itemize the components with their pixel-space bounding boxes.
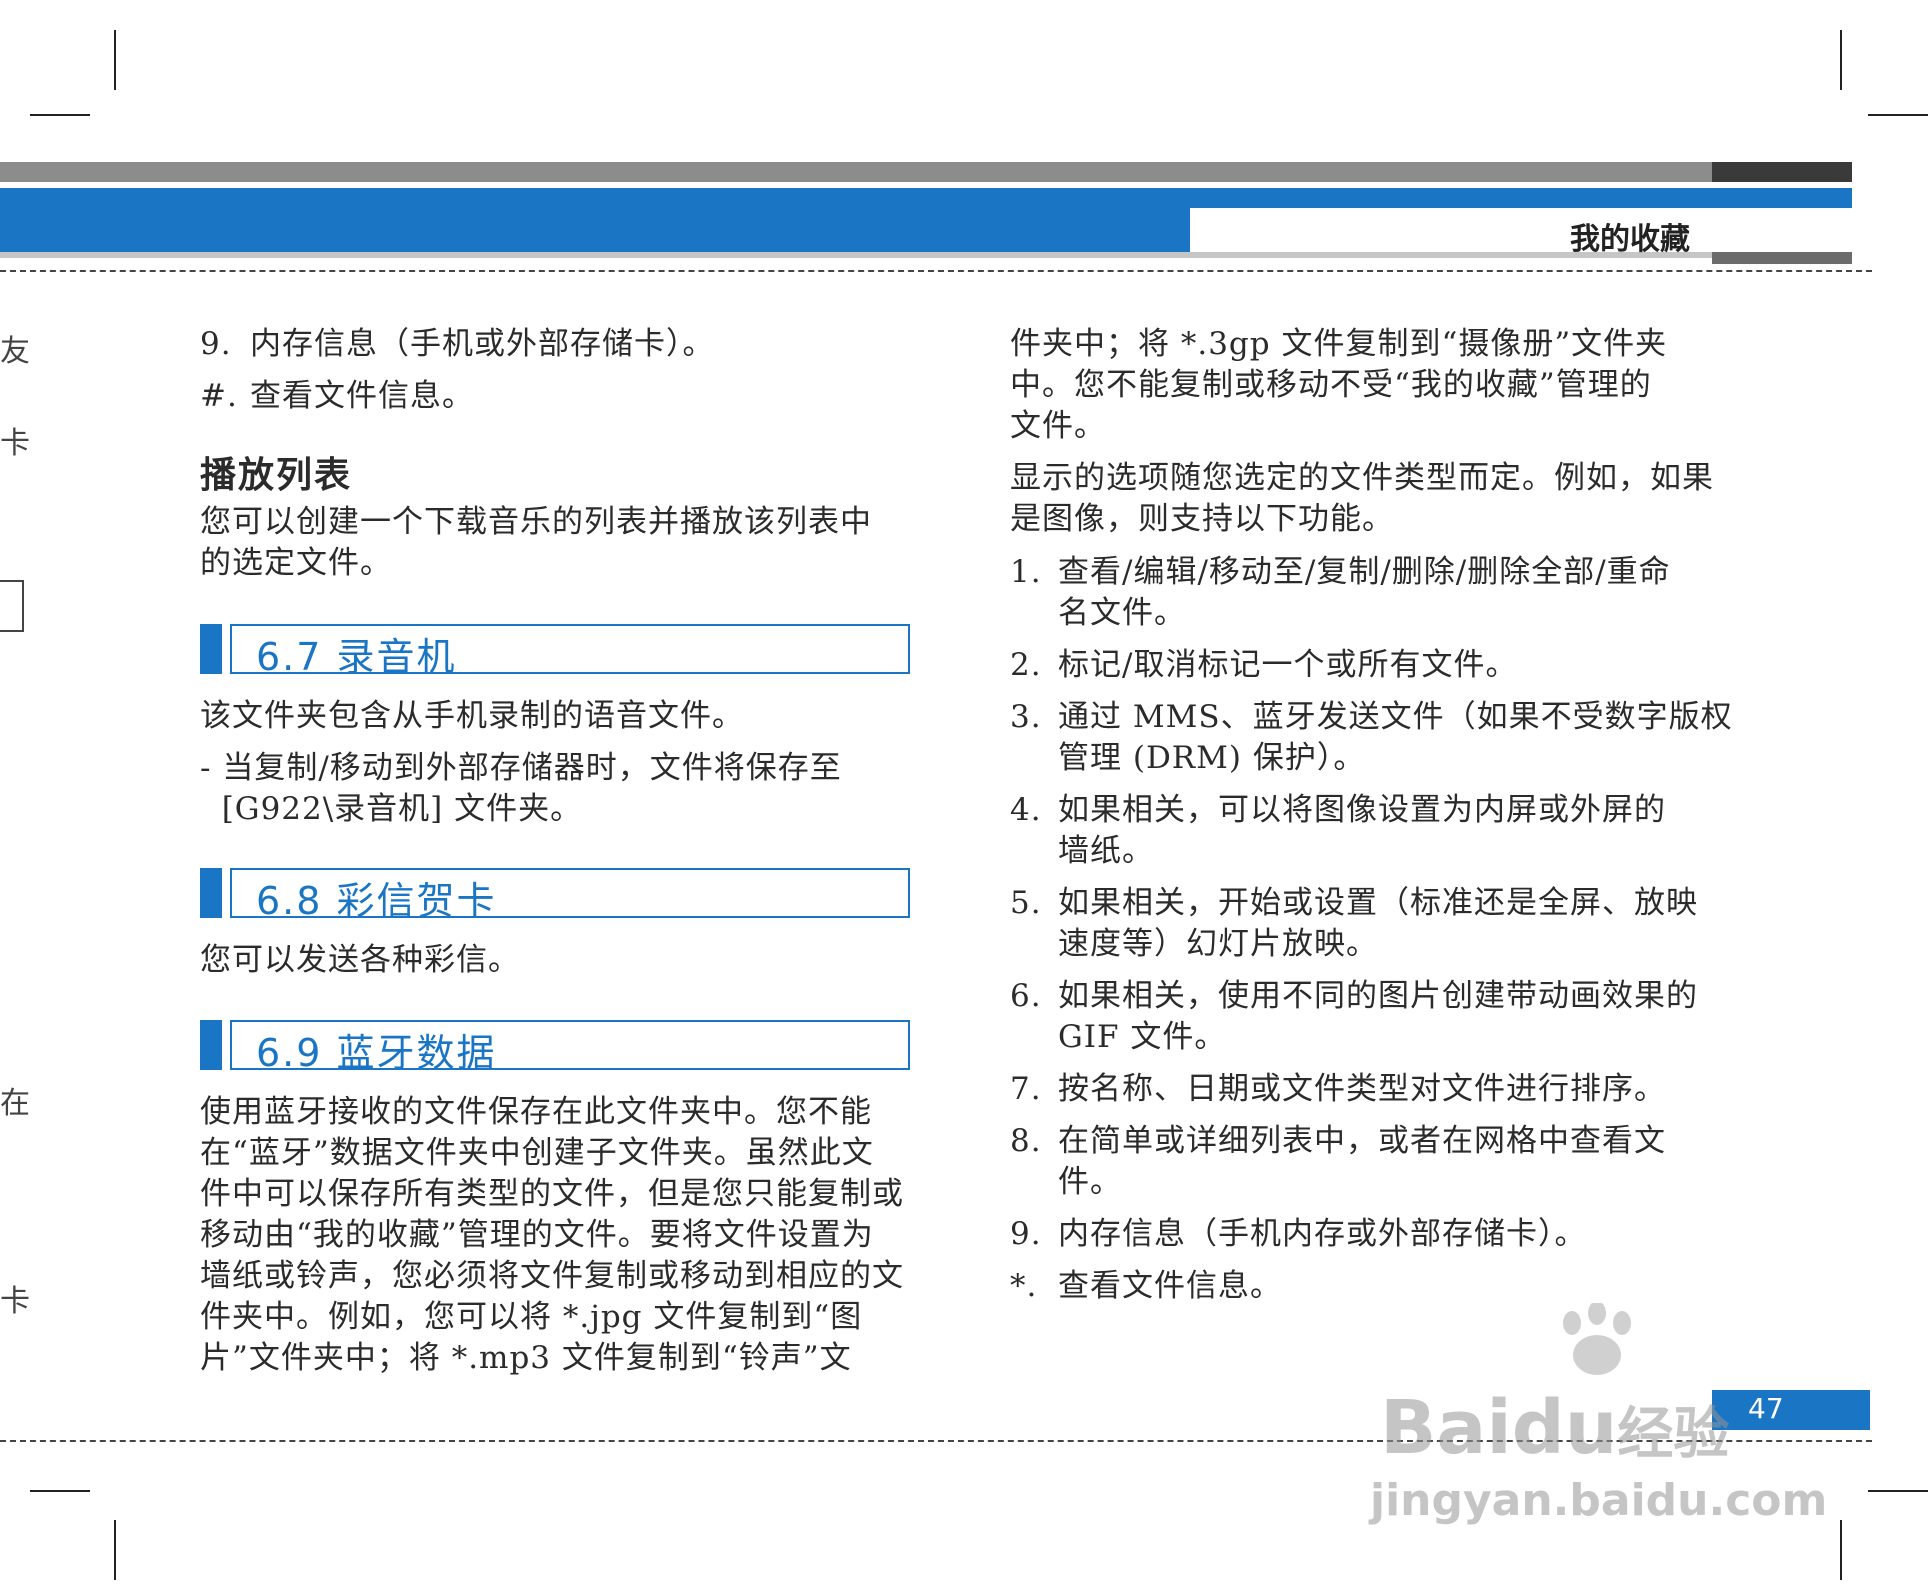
list-item-text: 查看文件信息。: [250, 378, 474, 414]
section-title: 6.8 彩信贺卡: [256, 879, 497, 923]
page-number-box: [1712, 1390, 1870, 1430]
paragraph-line: 您可以创建一个下载音乐的列表并播放该列表中: [200, 504, 872, 540]
watermark-brand: du: [1511, 1385, 1618, 1471]
page-header-title: 我的收藏: [1570, 222, 1690, 257]
header-blue-thin-bar: [1190, 188, 1852, 208]
list-item-text: 管理 (DRM) 保护）。: [1058, 740, 1366, 776]
paragraph-line: 移动由“我的收藏”管理的文件。要将文件设置为: [200, 1217, 874, 1253]
list-item-number: 9.: [200, 326, 232, 362]
paragraph-line: 件夹中。例如，您可以将 *.jpg 文件复制到“图: [200, 1299, 863, 1335]
header-dark-strip: [1712, 252, 1852, 264]
list-item-text: 速度等）幻灯片放映。: [1058, 926, 1378, 962]
watermark-suffix: 经验: [1617, 1402, 1730, 1467]
header-gray-bar: [0, 162, 1712, 182]
paragraph-line: 使用蓝牙接收的文件保存在此文件夹中。您不能: [200, 1094, 872, 1130]
section-tab: [200, 868, 222, 918]
section-heading-6-9: 6.9 蓝牙数据: [200, 1020, 910, 1075]
list-item-text: 内存信息（手机或外部存储卡）。: [250, 326, 715, 362]
crop-mark: [30, 1490, 90, 1492]
list-item-text: 查看/编辑/移动至/复制/删除/删除全部/重命: [1058, 554, 1671, 590]
watermark-url: jingyan.baidu.com: [1370, 1475, 1828, 1526]
page-number: 47: [1748, 1392, 1784, 1425]
list-item-number: 6.: [1010, 978, 1042, 1014]
list-item-text: 如果相关，使用不同的图片创建带动画效果的: [1058, 978, 1698, 1014]
section-tab: [200, 624, 222, 674]
list-item-text: 件。: [1058, 1164, 1122, 1200]
bullet-line: - 当复制/移动到外部存储器时，文件将保存至: [200, 750, 842, 786]
list-item-number: 4.: [1010, 792, 1042, 828]
list-item-number: 8.: [1010, 1123, 1042, 1159]
section-heading-6-8: 6.8 彩信贺卡: [200, 868, 910, 923]
section-tab: [200, 1020, 222, 1070]
section-heading-6-7: 6.7 录音机: [200, 624, 910, 679]
list-item-number: 7.: [1010, 1071, 1042, 1107]
edge-char: 卡: [0, 1284, 30, 1319]
list-item-number: *.: [1010, 1268, 1038, 1304]
paragraph-line: 的选定文件。: [200, 545, 392, 581]
paragraph-line: 该文件夹包含从手机录制的语音文件。: [200, 698, 744, 734]
crop-mark: [1868, 1490, 1928, 1492]
list-item-text: 如果相关，可以将图像设置为内屏或外屏的: [1058, 792, 1666, 828]
crop-mark: [114, 1520, 116, 1580]
paragraph-line: 是图像，则支持以下功能。: [1010, 501, 1394, 537]
list-item-text: 名文件。: [1058, 595, 1186, 631]
header-divider: [0, 270, 1872, 272]
list-item-text: 墙纸。: [1058, 833, 1154, 869]
list-item-text: 按名称、日期或文件类型对文件进行排序。: [1058, 1071, 1666, 1107]
list-item-text: 内存信息（手机内存或外部存储卡）。: [1058, 1216, 1587, 1252]
paragraph-line: 文件。: [1010, 408, 1106, 444]
paragraph-line: 您可以发送各种彩信。: [200, 942, 520, 978]
paragraph-line: 在“蓝牙”数据文件夹中创建子文件夹。虽然此文: [200, 1135, 874, 1171]
list-item-text: 在简单或详细列表中，或者在网格中查看文: [1058, 1123, 1666, 1159]
section-title: 6.9 蓝牙数据: [256, 1031, 497, 1075]
playlist-heading: 播放列表: [200, 455, 353, 496]
section-title: 6.7 录音机: [256, 635, 457, 679]
list-item-number: 9.: [1010, 1216, 1042, 1252]
watermark-brand: Bai: [1380, 1385, 1512, 1471]
crop-mark: [1840, 1520, 1842, 1580]
paragraph-line: 件夹中；将 *.3gp 文件复制到“摄像册”文件夹: [1010, 326, 1668, 362]
list-item-text: GIF 文件。: [1058, 1019, 1227, 1055]
list-item-number: 3.: [1010, 699, 1042, 735]
crop-mark: [1840, 30, 1842, 90]
paragraph-line: 件中可以保存所有类型的文件，但是您只能复制或: [200, 1176, 904, 1212]
crop-mark: [30, 114, 90, 116]
header-dark-bar: [1712, 162, 1852, 182]
edge-char: 卡: [0, 426, 30, 461]
list-item-number: #.: [200, 378, 238, 414]
crop-mark: [114, 30, 116, 90]
edge-char: 友: [0, 334, 30, 369]
header-blue-bar: [0, 188, 1190, 252]
list-item-text: 如果相关，开始或设置（标准还是全屏、放映: [1058, 885, 1698, 921]
list-item-number: 1.: [1010, 554, 1042, 590]
list-item-number: 5.: [1010, 885, 1042, 921]
crop-mark: [1868, 114, 1928, 116]
list-item-number: 2.: [1010, 647, 1042, 683]
list-item-text: 标记/取消标记一个或所有文件。: [1058, 647, 1518, 683]
bullet-line: [G922\录音机] 文件夹。: [200, 791, 583, 827]
paragraph-line: 片”文件夹中；将 *.mp3 文件复制到“铃声”文: [200, 1340, 852, 1376]
edge-char: 在: [0, 1086, 30, 1121]
list-item-text: 查看文件信息。: [1058, 1268, 1282, 1304]
paragraph-line: 显示的选项随您选定的文件类型而定。例如，如果: [1010, 460, 1714, 496]
paw-icon: [1552, 1301, 1642, 1387]
edge-box: [0, 580, 24, 632]
paragraph-line: 中。您不能复制或移动不受“我的收藏”管理的: [1010, 367, 1652, 403]
list-item-text: 通过 MMS、蓝牙发送文件（如果不受数字版权: [1058, 699, 1733, 735]
paragraph-line: 墙纸或铃声，您必须将文件复制或移动到相应的文: [200, 1258, 904, 1294]
